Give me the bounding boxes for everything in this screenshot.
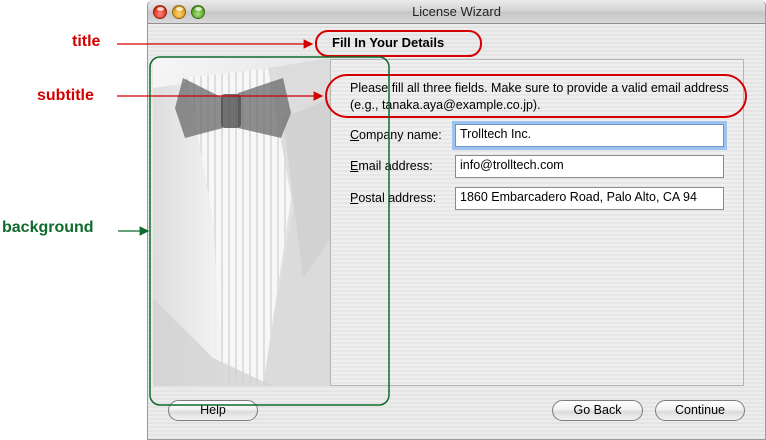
email-address-input[interactable]: info@trolltech.com xyxy=(455,155,724,178)
page-subtitle: Please fill all three fields. Make sure … xyxy=(350,81,729,112)
continue-button[interactable]: Continue xyxy=(655,400,745,421)
company-name-label-text: ompany name: xyxy=(359,128,442,142)
postal-address-label: Postal address: xyxy=(350,191,436,205)
page-title: Fill In Your Details xyxy=(332,35,445,50)
window-title: License Wizard xyxy=(412,4,501,19)
license-wizard-window: License Wizard Fill In Your Details Plea… xyxy=(147,0,766,440)
details-form-panel: Please fill all three fields. Make sure … xyxy=(330,59,744,386)
email-address-label-text: mail address: xyxy=(358,159,433,173)
postal-address-input[interactable]: 1860 Embarcadero Road, Palo Alto, CA 94 xyxy=(455,187,724,210)
tuxedo-background-image xyxy=(153,58,331,386)
company-name-label: Company name: xyxy=(350,128,442,142)
help-button[interactable]: Help xyxy=(168,400,258,421)
email-address-label: Email address: xyxy=(350,159,433,173)
background-annotation-label: background xyxy=(2,219,94,236)
postal-address-label-text: ostal address: xyxy=(358,191,437,205)
company-name-label-mnemonic: C xyxy=(350,128,360,142)
subtitle-annotation-label: subtitle xyxy=(37,87,94,104)
go-back-button[interactable]: Go Back xyxy=(552,400,643,421)
tuxedo-illustration xyxy=(153,58,331,386)
title-bar[interactable]: License Wizard xyxy=(148,0,765,24)
title-annotation-label: title xyxy=(72,33,101,50)
company-name-input[interactable]: Trolltech Inc. xyxy=(455,124,724,147)
